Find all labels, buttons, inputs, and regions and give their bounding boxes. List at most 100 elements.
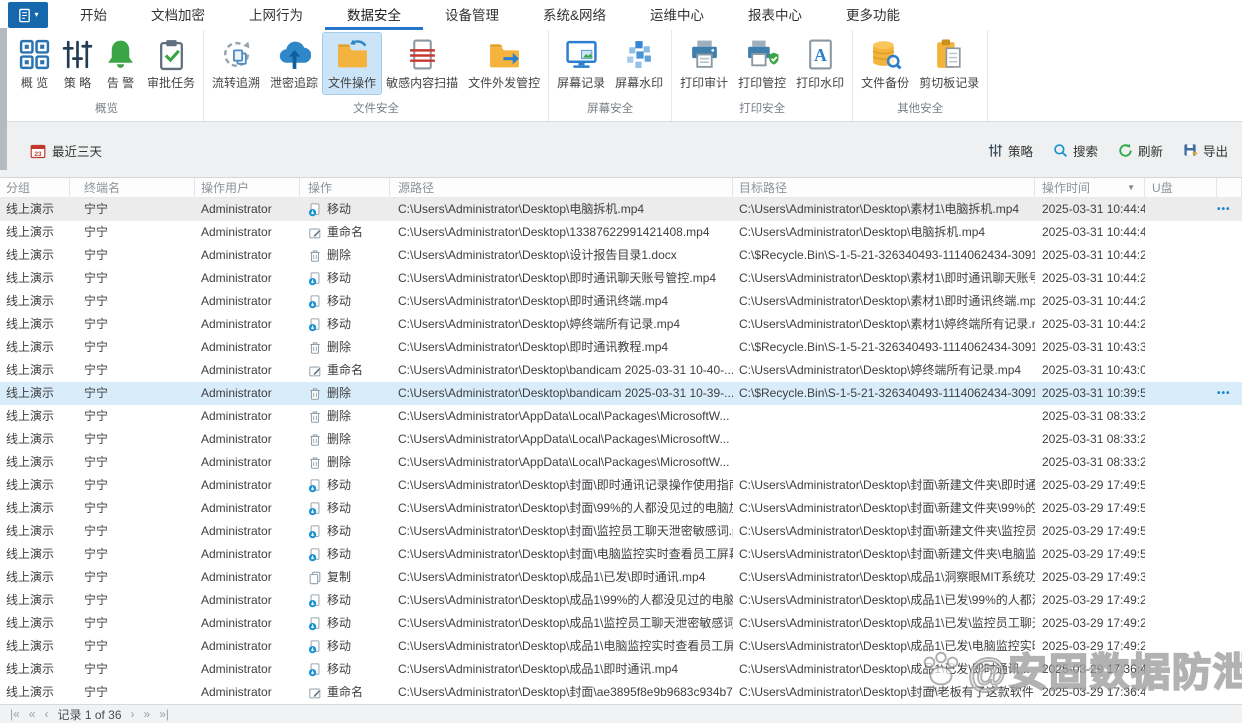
cell-group: 线上演示	[6, 202, 55, 216]
table-row[interactable]: 线上演示 宁宁 Administrator 移动 C:\Users\Admini…	[0, 267, 1242, 290]
table-row[interactable]: 线上演示 宁宁 Administrator 移动 C:\Users\Admini…	[0, 497, 1242, 520]
cell-usb	[1145, 497, 1217, 520]
filter-dropdown-icon[interactable]: ▼	[1127, 183, 1135, 192]
column-header-target[interactable]: 目标路径	[733, 178, 1035, 197]
menu-item-label: 报表中心	[748, 7, 803, 23]
table-row[interactable]: 线上演示 宁宁 Administrator 重命名 C:\Users\Admin…	[0, 221, 1242, 244]
row-more-button[interactable]: •••	[1217, 382, 1231, 405]
ribbon-item-print[interactable]: 打印审计	[675, 33, 733, 94]
column-header-user[interactable]: 操作用户	[195, 178, 300, 197]
ribbon-item-approve[interactable]: 审批任务	[142, 33, 200, 94]
table-row[interactable]: 线上演示 宁宁 Administrator 重命名 C:\Users\Admin…	[0, 681, 1242, 704]
column-header-label: U盘	[1152, 181, 1173, 195]
ribbon-item-leak[interactable]: 泄密追踪	[265, 33, 323, 94]
fast-next-button[interactable]: »	[144, 706, 151, 723]
operation-label: 删除	[327, 386, 352, 400]
cell-operation: 移动	[300, 497, 390, 520]
ribbon-item-overview[interactable]: 概 览	[13, 33, 56, 94]
export-button[interactable]: 导出	[1183, 141, 1228, 160]
last-page-button[interactable]: »|	[159, 706, 169, 723]
ribbon-item-icon	[488, 38, 521, 71]
table-row[interactable]: 线上演示 宁宁 Administrator 移动 C:\Users\Admini…	[0, 313, 1242, 336]
table-row[interactable]: 线上演示 宁宁 Administrator 移动 C:\Users\Admini…	[0, 543, 1242, 566]
table-row[interactable]: 线上演示 宁宁 Administrator 删除 C:\Users\Admini…	[0, 382, 1242, 405]
menu-item-1[interactable]: 开始	[58, 0, 129, 30]
ribbon-item-policy[interactable]: 策 略	[56, 33, 99, 94]
menu-item-5[interactable]: 设备管理	[423, 0, 521, 30]
column-header-time[interactable]: 操作时间 ▼	[1035, 178, 1145, 197]
menu-item-2[interactable]: 文档加密	[129, 0, 227, 30]
menu-item-3[interactable]: 上网行为	[227, 0, 325, 30]
table-row[interactable]: 线上演示 宁宁 Administrator 移动 C:\Users\Admini…	[0, 635, 1242, 658]
cell-terminal: 宁宁	[84, 455, 109, 469]
cell-target-path: C:\Users\Administrator\Desktop\封面\新建文件夹\…	[739, 478, 1035, 492]
cell-more: •••	[1217, 658, 1242, 681]
fast-prev-button[interactable]: «	[29, 706, 36, 723]
cell-terminal: 宁宁	[84, 202, 109, 216]
next-page-button[interactable]: ›	[131, 706, 135, 723]
ribbon-item-fileop[interactable]: 文件操作	[322, 32, 383, 95]
ribbon-item-backup[interactable]: 文件备份	[856, 33, 914, 94]
cell-usb	[1145, 290, 1217, 313]
operation-icon	[308, 686, 322, 700]
operation-icon	[308, 387, 322, 401]
table-row[interactable]: 线上演示 宁宁 Administrator 移动 C:\Users\Admini…	[0, 589, 1242, 612]
ribbon-item-screenrec[interactable]: 屏幕记录	[552, 33, 610, 94]
first-page-button[interactable]: |«	[10, 706, 20, 723]
column-header-group[interactable]: 分组	[0, 178, 70, 197]
menu-item-7[interactable]: 运维中心	[628, 0, 726, 30]
app-menu-button[interactable]: ▾	[8, 2, 48, 28]
cell-more: •••	[1217, 589, 1242, 612]
column-header-usb[interactable]: U盘	[1145, 178, 1217, 197]
search-button[interactable]: 搜索	[1053, 141, 1098, 160]
column-header-more[interactable]	[1217, 178, 1242, 197]
policy-button[interactable]: 策略	[988, 141, 1033, 160]
prev-page-button[interactable]: ‹	[44, 706, 48, 723]
app-logo-icon	[19, 8, 31, 22]
table-row[interactable]: 线上演示 宁宁 Administrator 重命名 C:\Users\Admin…	[0, 359, 1242, 382]
cell-terminal: 宁宁	[84, 570, 109, 584]
table-row[interactable]: 线上演示 宁宁 Administrator 移动 C:\Users\Admini…	[0, 198, 1242, 221]
cell-more: •••	[1217, 336, 1242, 359]
table-row[interactable]: 线上演示 宁宁 Administrator 删除 C:\Users\Admini…	[0, 244, 1242, 267]
ribbon: 概 览 策 略 告 警 审批任务 概览 流转追溯 泄密追踪 文件操作 敏感内容扫…	[0, 30, 1242, 122]
cell-user: Administrator	[201, 386, 272, 400]
cell-user: Administrator	[201, 524, 272, 538]
cell-usb	[1145, 405, 1217, 428]
toolbar-action-icon	[988, 143, 1003, 158]
ribbon-item-fileout[interactable]: 文件外发管控	[463, 33, 545, 94]
ribbon-item-printctrl[interactable]: 打印管控	[733, 33, 791, 94]
menu-item-4[interactable]: 数据安全	[325, 0, 423, 30]
column-header-terminal[interactable]: 终端名	[70, 178, 195, 197]
ribbon-item-label: 打印水印	[796, 76, 845, 90]
cell-source-path: C:\Users\Administrator\AppData\Local\Pac…	[398, 432, 730, 446]
refresh-button[interactable]: 刷新	[1118, 141, 1163, 160]
ribbon-item-label: 概 览	[20, 76, 49, 90]
table-row[interactable]: 线上演示 宁宁 Administrator 移动 C:\Users\Admini…	[0, 658, 1242, 681]
ribbon-item-printwm[interactable]: 打印水印	[791, 33, 849, 94]
menu-item-8[interactable]: 报表中心	[726, 0, 824, 30]
cell-operation: 移动	[300, 658, 390, 681]
menu-item-9[interactable]: 更多功能	[824, 0, 922, 30]
table-row[interactable]: 线上演示 宁宁 Administrator 移动 C:\Users\Admini…	[0, 474, 1242, 497]
ribbon-item-bell[interactable]: 告 警	[99, 33, 142, 94]
cell-terminal: 宁宁	[84, 593, 109, 607]
ribbon-item-trace[interactable]: 流转追溯	[207, 33, 265, 94]
table-row[interactable]: 线上演示 宁宁 Administrator 复制 C:\Users\Admini…	[0, 566, 1242, 589]
row-more-button[interactable]: •••	[1217, 198, 1231, 221]
date-filter-button[interactable]: 最近三天	[30, 141, 102, 160]
table-row[interactable]: 线上演示 宁宁 Administrator 删除 C:\Users\Admini…	[0, 428, 1242, 451]
menu-item-6[interactable]: 系统&网络	[521, 0, 628, 30]
ribbon-item-mosaic[interactable]: 屏幕水印	[610, 33, 668, 94]
column-header-source[interactable]: 源路径	[390, 178, 733, 197]
table-row[interactable]: 线上演示 宁宁 Administrator 移动 C:\Users\Admini…	[0, 612, 1242, 635]
ribbon-item-scan[interactable]: 敏感内容扫描	[381, 33, 463, 94]
table-row[interactable]: 线上演示 宁宁 Administrator 删除 C:\Users\Admini…	[0, 451, 1242, 474]
table-row[interactable]: 线上演示 宁宁 Administrator 移动 C:\Users\Admini…	[0, 290, 1242, 313]
table-row[interactable]: 线上演示 宁宁 Administrator 移动 C:\Users\Admini…	[0, 520, 1242, 543]
column-header-op[interactable]: 操作	[300, 178, 390, 197]
ribbon-item-clipboardrec[interactable]: 剪切板记录	[914, 33, 984, 94]
table-row[interactable]: 线上演示 宁宁 Administrator 删除 C:\Users\Admini…	[0, 336, 1242, 359]
ribbon-group-label: 文件安全	[353, 103, 400, 115]
table-row[interactable]: 线上演示 宁宁 Administrator 删除 C:\Users\Admini…	[0, 405, 1242, 428]
